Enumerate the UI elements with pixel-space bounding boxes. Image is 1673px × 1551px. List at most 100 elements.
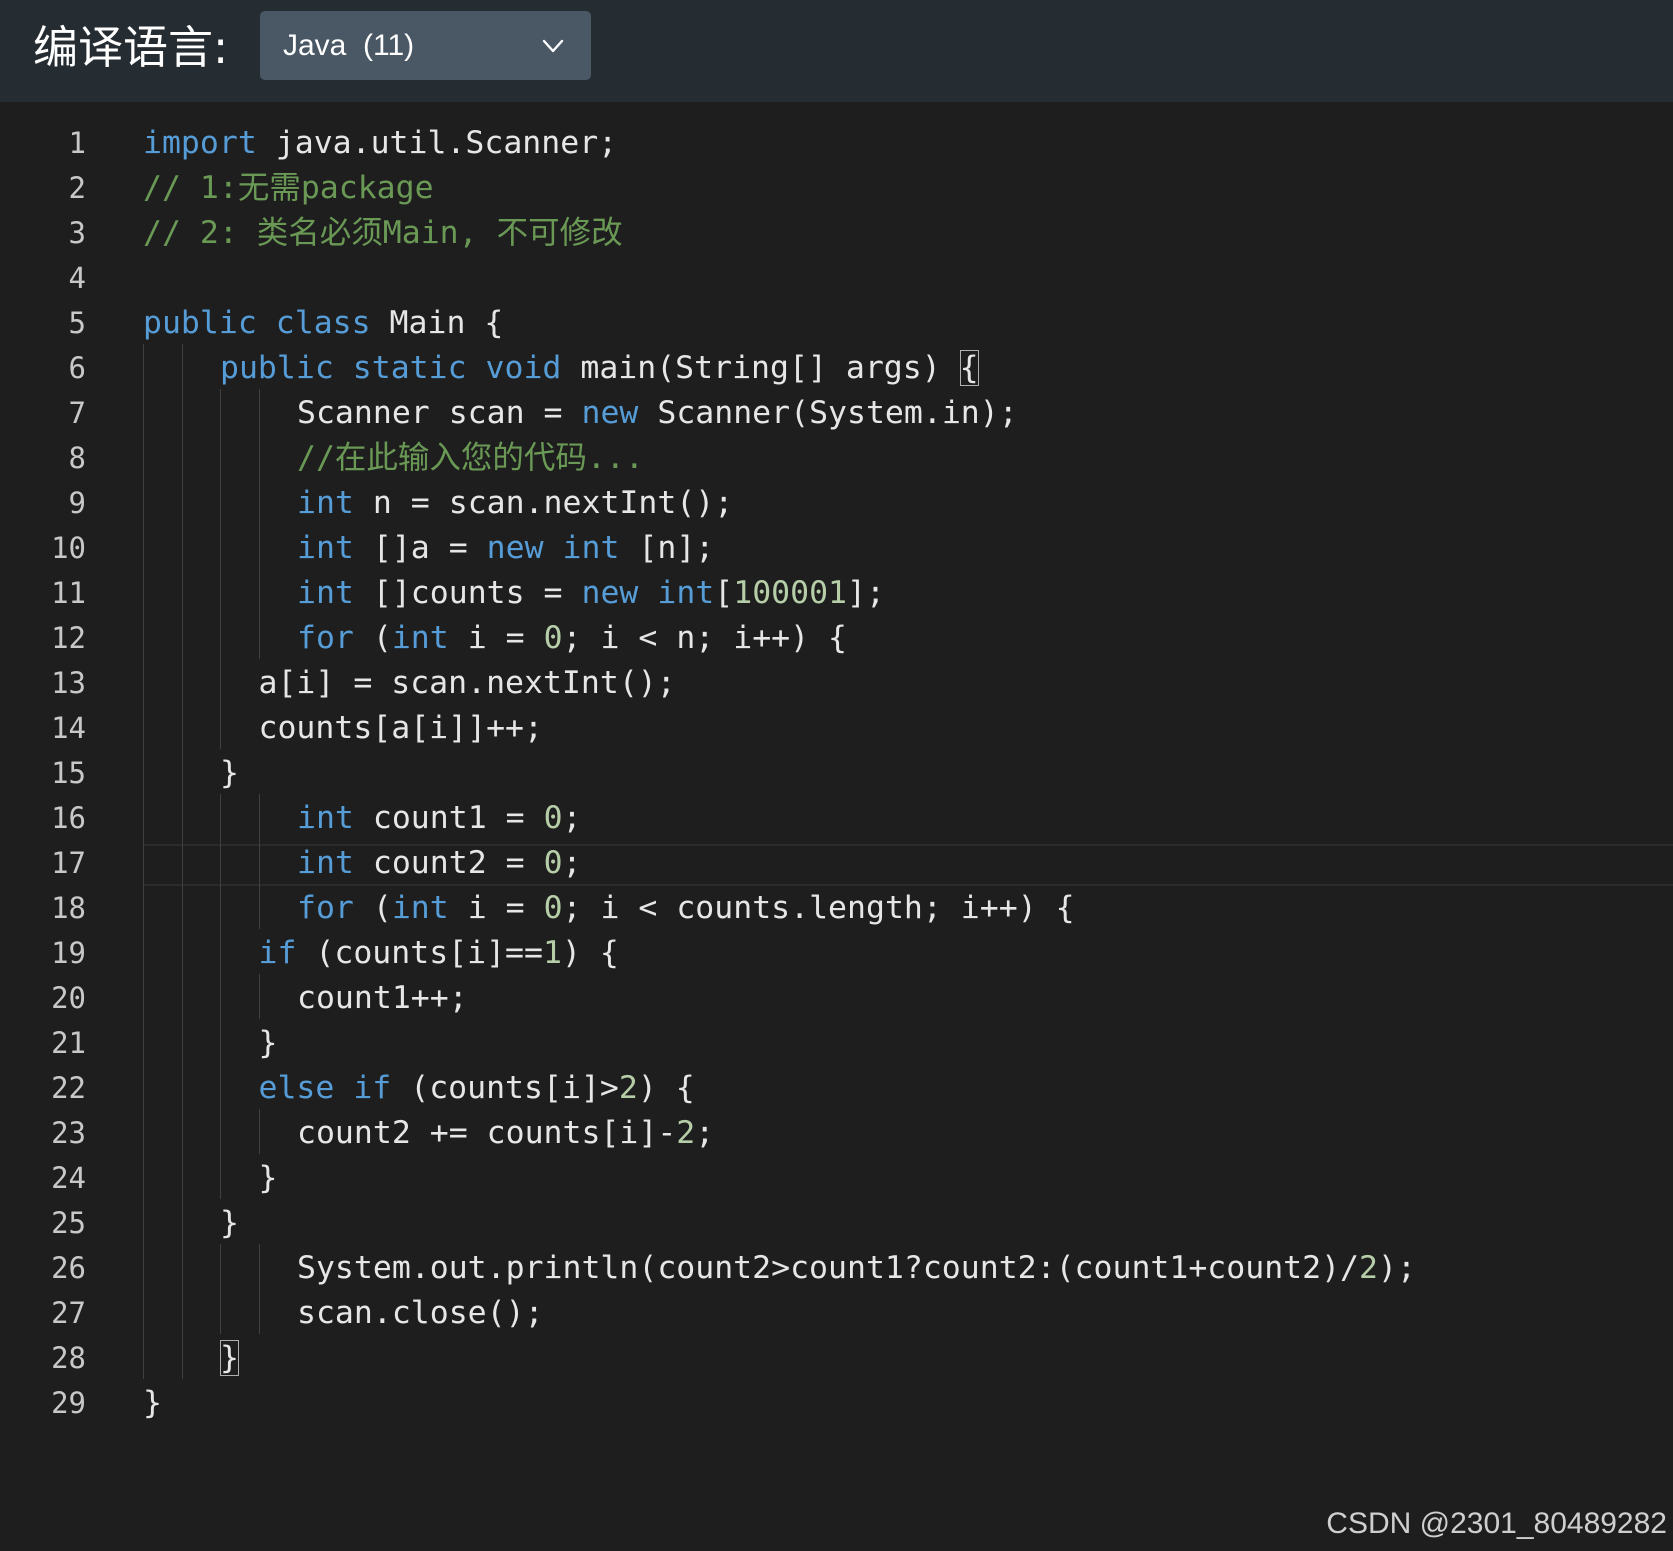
line-code: }: [220, 1199, 239, 1247]
line-code: count1++;: [297, 974, 468, 1022]
code-token: 1: [542, 935, 562, 971]
code-token: }: [143, 1385, 162, 1421]
code-token: new: [486, 530, 544, 566]
code-line[interactable]: 24}: [0, 1154, 1673, 1202]
code-token: }: [220, 755, 239, 791]
code-line[interactable]: 20 count1++;: [0, 974, 1673, 1022]
chevron-down-icon: [542, 39, 564, 53]
line-number: 1: [68, 126, 86, 160]
code-line[interactable]: 22 else if (counts[i]>2) {: [0, 1064, 1673, 1112]
code-token: (: [353, 620, 392, 656]
code-token: static: [352, 350, 467, 386]
code-token: ; i < counts.length; i++) {: [562, 890, 1075, 926]
code-token: new: [581, 575, 639, 611]
code-line[interactable]: 1 import java.util.Scanner;: [0, 119, 1673, 167]
code-token: class: [275, 305, 371, 341]
code-token: ;: [562, 845, 582, 881]
code-line[interactable]: 3 // 2: 类名必须Main, 不可修改: [0, 209, 1673, 257]
code-line[interactable]: 25}: [0, 1199, 1673, 1247]
code-token: scan.close();: [297, 1295, 544, 1331]
code-line[interactable]: 13 a[i] = scan.nextInt();: [0, 659, 1673, 707]
line-code: }: [220, 749, 239, 797]
code-token: for: [297, 620, 354, 656]
line-code: Scanner scan = new Scanner(System.in);: [297, 389, 1018, 437]
code-line[interactable]: 7 Scanner scan = new Scanner(System.in);: [0, 389, 1673, 437]
code-token: 2: [1359, 1250, 1378, 1286]
code-line[interactable]: 9 int n = scan.nextInt();: [0, 479, 1673, 527]
line-code: a[i] = scan.nextInt();: [259, 659, 676, 707]
code-line[interactable]: 28}: [0, 1334, 1673, 1382]
code-line[interactable]: 10 int []a = new int [n];: [0, 524, 1673, 572]
code-line[interactable]: 17 int count2 = 0;: [0, 839, 1673, 887]
code-line[interactable]: 27 scan.close();: [0, 1289, 1673, 1337]
code-token: // 1:无需package: [143, 170, 434, 206]
line-code: // 2: 类名必须Main, 不可修改: [143, 209, 623, 257]
code-line[interactable]: 5 public class Main {: [0, 299, 1673, 347]
code-token: if: [353, 1070, 392, 1106]
code-line[interactable]: 15}: [0, 749, 1673, 797]
line-code: }: [259, 1019, 278, 1067]
code-token: ;: [562, 800, 582, 836]
code-token: i =: [448, 890, 544, 926]
line-number: 10: [51, 531, 86, 565]
code-token: ) {: [561, 935, 619, 971]
code-token: counts[a[i]]++;: [258, 710, 543, 746]
code-line[interactable]: 19 if (counts[i]==1) {: [0, 929, 1673, 977]
code-line[interactable]: 26 System.out.println(count2>count1?count…: [0, 1244, 1673, 1292]
code-token: 0: [543, 800, 563, 836]
code-token: i =: [448, 620, 544, 656]
code-token: }: [220, 1340, 239, 1376]
line-code: public static void main(String[] args) {: [220, 344, 979, 392]
code-line[interactable]: 16 int count1 = 0;: [0, 794, 1673, 842]
code-token: int: [297, 800, 354, 836]
code-token: 2: [676, 1115, 696, 1151]
code-editor-app: 编译语言: Java (11) 1 import java.util.Scanne…: [0, 0, 1673, 1551]
code-token: 0: [543, 845, 563, 881]
line-number: 11: [51, 576, 86, 610]
line-number: 15: [51, 756, 86, 790]
code-token: []counts =: [353, 575, 582, 611]
line-code: scan.close();: [297, 1289, 544, 1337]
code-line[interactable]: 23 count2 += counts[i]-2;: [0, 1109, 1673, 1157]
language-select[interactable]: Java (11): [260, 11, 591, 80]
code-token: }: [220, 1205, 239, 1241]
code-token: new: [581, 395, 639, 431]
code-token: 0: [543, 620, 563, 656]
code-line[interactable]: 12 for (int i = 0; i < n; i++) {: [0, 614, 1673, 662]
code-token: 2: [618, 1070, 638, 1106]
line-code: for (int i = 0; i < counts.length; i++) …: [297, 884, 1075, 932]
line-number: 29: [51, 1386, 86, 1420]
code-token: main(String[] args): [561, 350, 960, 386]
line-code: }: [220, 1334, 239, 1382]
code-line[interactable]: 14 counts[a[i]]++;: [0, 704, 1673, 752]
code-token: Scanner(System.in);: [638, 395, 1018, 431]
line-number: 22: [51, 1071, 86, 1105]
line-code: counts[a[i]]++;: [259, 704, 543, 752]
code-token: count1++;: [297, 980, 468, 1016]
code-line[interactable]: 21}: [0, 1019, 1673, 1067]
line-code: int []counts = new int[100001];: [297, 569, 885, 617]
code-line[interactable]: 18 for (int i = 0; i < counts.length; i++…: [0, 884, 1673, 932]
code-token: ) {: [637, 1070, 695, 1106]
code-token: //在此输入您的代码...: [297, 440, 644, 476]
code-editor[interactable]: 1 import java.util.Scanner; 2 // 1:无需packag…: [0, 102, 1673, 1551]
code-line[interactable]: 6 public static void main(String[] args) …: [0, 344, 1673, 392]
code-line[interactable]: 8 //在此输入您的代码...: [0, 434, 1673, 482]
code-token: int: [297, 575, 354, 611]
code-line[interactable]: 4: [0, 254, 1673, 302]
code-line[interactable]: 2 // 1:无需package: [0, 164, 1673, 212]
code-line[interactable]: 11 int []counts = new int[100001];: [0, 569, 1673, 617]
line-number: 8: [68, 441, 86, 475]
code-token: int: [297, 485, 354, 521]
line-number: 3: [68, 216, 86, 250]
line-number: 23: [51, 1116, 86, 1150]
code-token: java.util.Scanner;: [256, 125, 618, 161]
line-number: 25: [51, 1206, 86, 1240]
line-number: 14: [51, 711, 86, 745]
code-token: 0: [543, 890, 563, 926]
code-line[interactable]: 29}: [0, 1379, 1673, 1427]
